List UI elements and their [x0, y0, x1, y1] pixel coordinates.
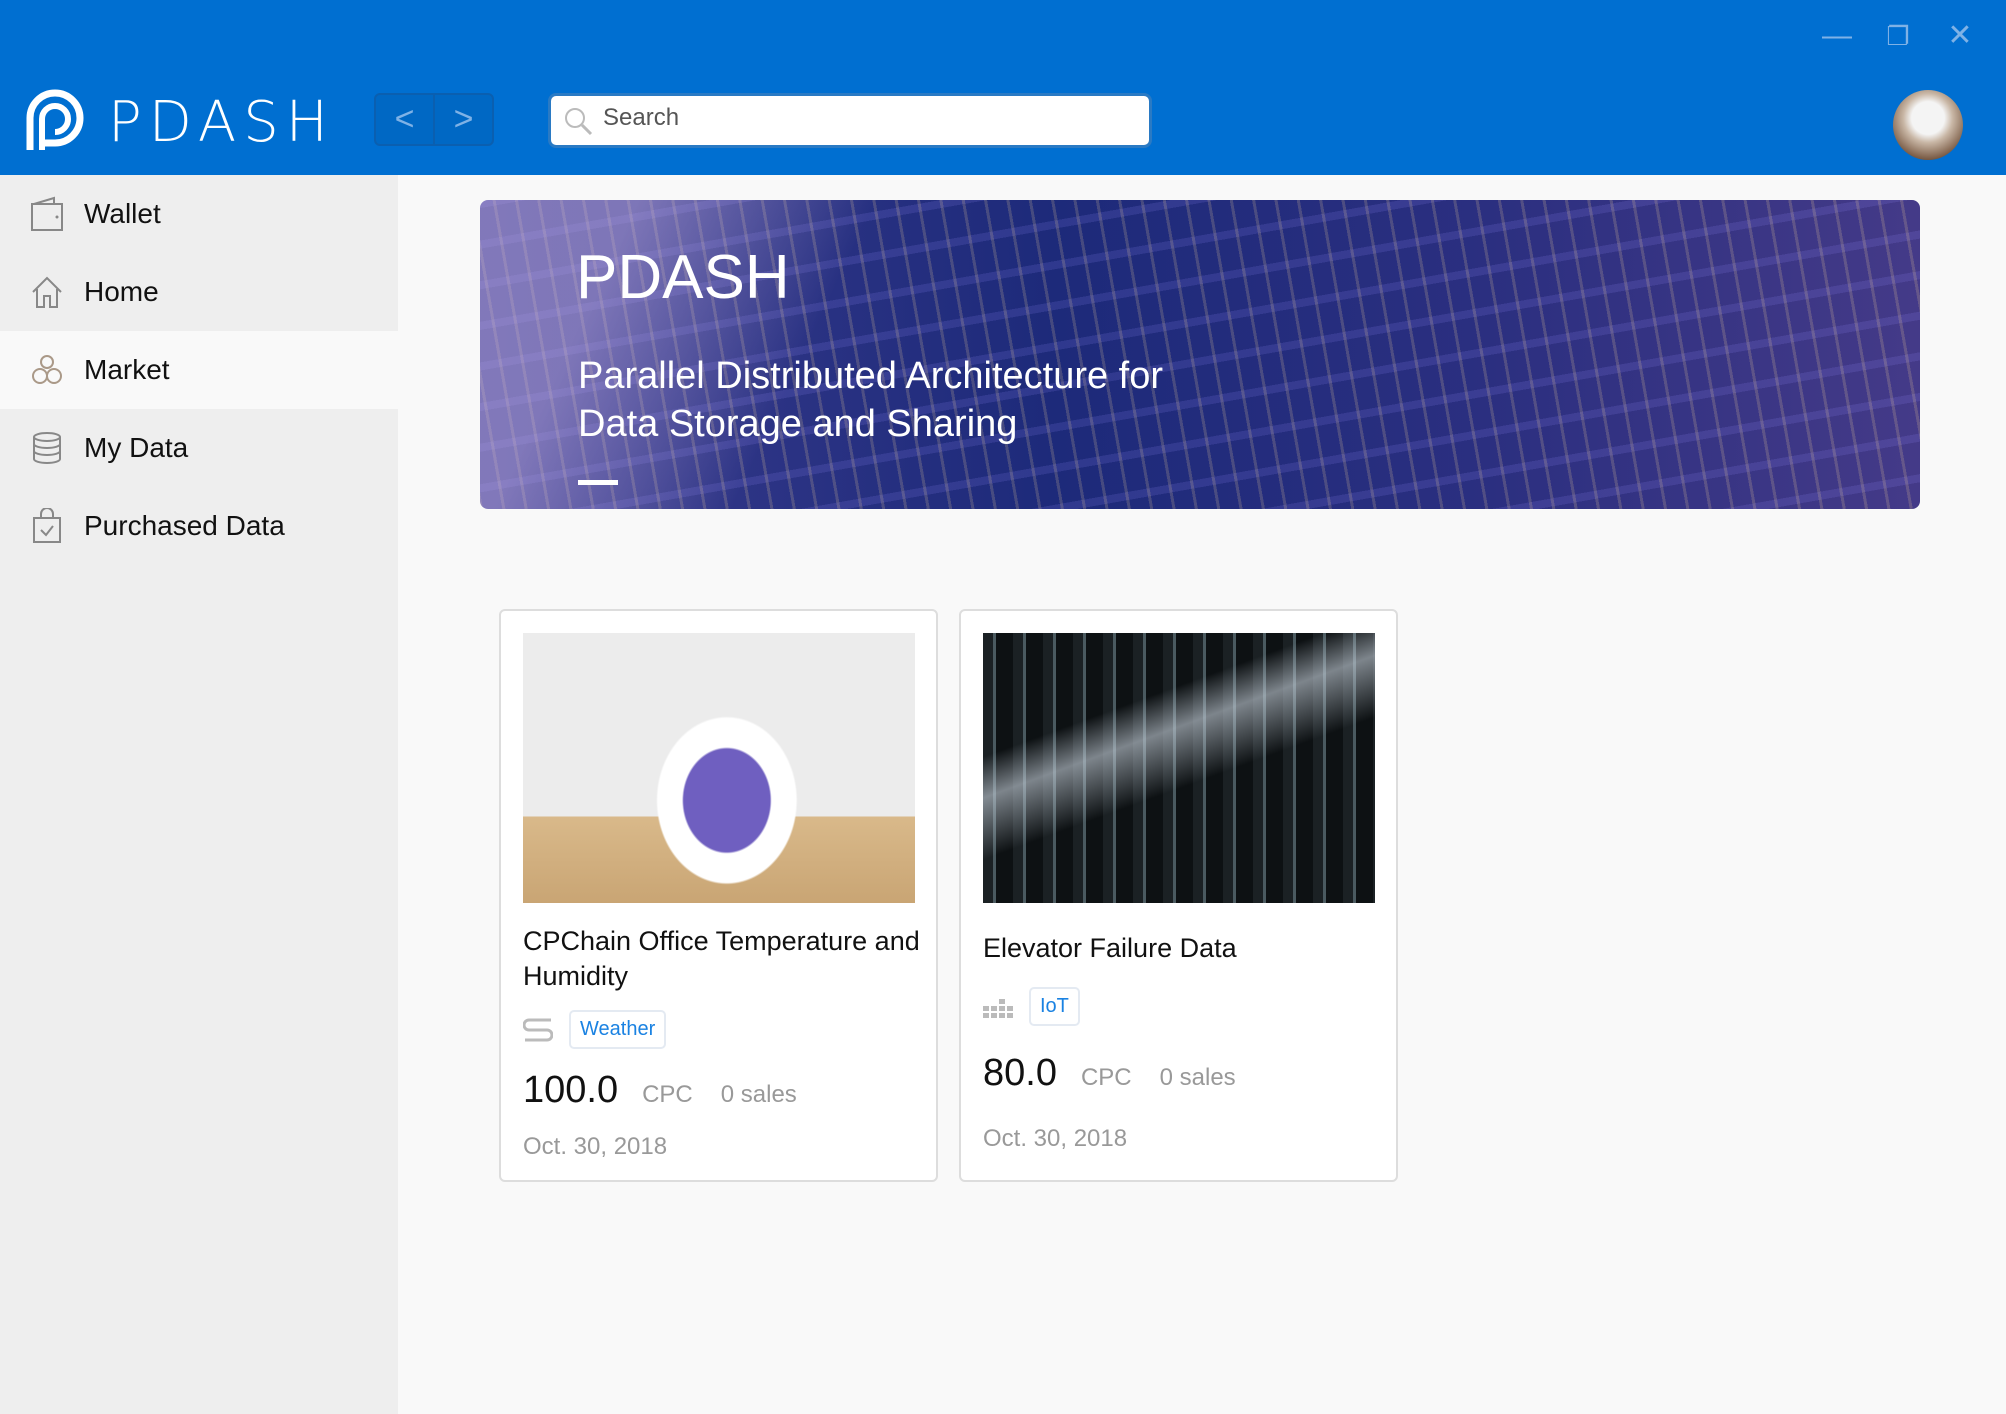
history-nav: < >: [374, 93, 494, 146]
tag-weather[interactable]: Weather: [569, 1010, 667, 1049]
sidebar-item-home[interactable]: Home: [0, 253, 398, 331]
product-title[interactable]: CPChain Office Temperature and Humidity: [523, 924, 923, 994]
back-button[interactable]: <: [376, 95, 433, 144]
search-icon: [565, 108, 593, 136]
category-grid-icon: [983, 998, 1013, 1018]
sidebar: Wallet Home Market My Data Purchased Dat…: [0, 175, 398, 1414]
sales-count: 0 sales: [720, 1081, 797, 1108]
sidebar-item-label: Wallet: [84, 198, 161, 229]
search-input[interactable]: [603, 104, 1123, 132]
minimize-button[interactable]: —: [1819, 18, 1855, 54]
sidebar-item-label: Purchased Data: [84, 510, 285, 541]
product-title[interactable]: Elevator Failure Data: [983, 931, 1383, 966]
sidebar-item-label: My Data: [84, 432, 189, 463]
tag-iot[interactable]: IoT: [1029, 987, 1080, 1026]
banner-title: PDASH: [576, 243, 790, 312]
banner-subtitle-line: Data Storage and Sharing: [578, 403, 1018, 445]
sidebar-item-label: Home: [84, 276, 159, 307]
wallet-icon: [31, 196, 63, 231]
home-icon: [32, 276, 62, 308]
sidebar-item-my-data[interactable]: My Data: [0, 409, 398, 487]
sidebar-item-label: Market: [84, 354, 170, 385]
price-unit: CPC: [1080, 1064, 1132, 1091]
product-tags: Weather: [523, 1010, 667, 1049]
product-price: 100.0 CPC 0 sales: [523, 1069, 825, 1112]
product-date: Oct. 30, 2018: [523, 1133, 668, 1160]
database-icon: [33, 432, 61, 464]
sidebar-item-purchased-data[interactable]: Purchased Data: [0, 487, 398, 565]
banner-subtitle: Parallel Distributed Architecture for Dat…: [578, 352, 1163, 448]
brand-name: PDASH: [108, 90, 335, 155]
product-price: 80.0 CPC 0 sales: [983, 1052, 1264, 1095]
sidebar-item-market[interactable]: Market: [0, 331, 398, 409]
forward-button[interactable]: >: [433, 95, 492, 144]
hero-banner[interactable]: PDASH Parallel Distributed Architecture …: [480, 200, 1920, 509]
app-header: — ❐ ✕ PDASH < >: [0, 0, 2006, 175]
pdash-logo-icon: [26, 89, 84, 150]
avatar[interactable]: [1893, 90, 1963, 160]
product-card[interactable]: CPChain Office Temperature and Humidity …: [499, 609, 938, 1182]
close-button[interactable]: ✕: [1942, 18, 1978, 54]
product-image: [523, 633, 915, 903]
price-unit: CPC: [642, 1081, 693, 1108]
search-box: [548, 93, 1152, 148]
market-icon: [32, 355, 62, 384]
product-tags: IoT: [983, 987, 1080, 1026]
price-value: 80.0: [983, 1052, 1057, 1094]
product-card[interactable]: Elevator Failure Data IoT 80.0 CPC 0 sales…: [959, 609, 1398, 1182]
banner-subtitle-line: Parallel Distributed Architecture for: [578, 355, 1164, 397]
product-image: [983, 633, 1375, 903]
price-value: 100.0: [523, 1069, 619, 1111]
product-date: Oct. 30, 2018: [983, 1125, 1128, 1152]
restore-button[interactable]: ❐: [1880, 18, 1916, 54]
sidebar-item-wallet[interactable]: Wallet: [0, 175, 398, 253]
carousel-indicator[interactable]: [578, 480, 618, 485]
purchased-icon: [33, 508, 61, 543]
category-swap-icon: [523, 1018, 553, 1041]
sales-count: 0 sales: [1159, 1064, 1236, 1091]
